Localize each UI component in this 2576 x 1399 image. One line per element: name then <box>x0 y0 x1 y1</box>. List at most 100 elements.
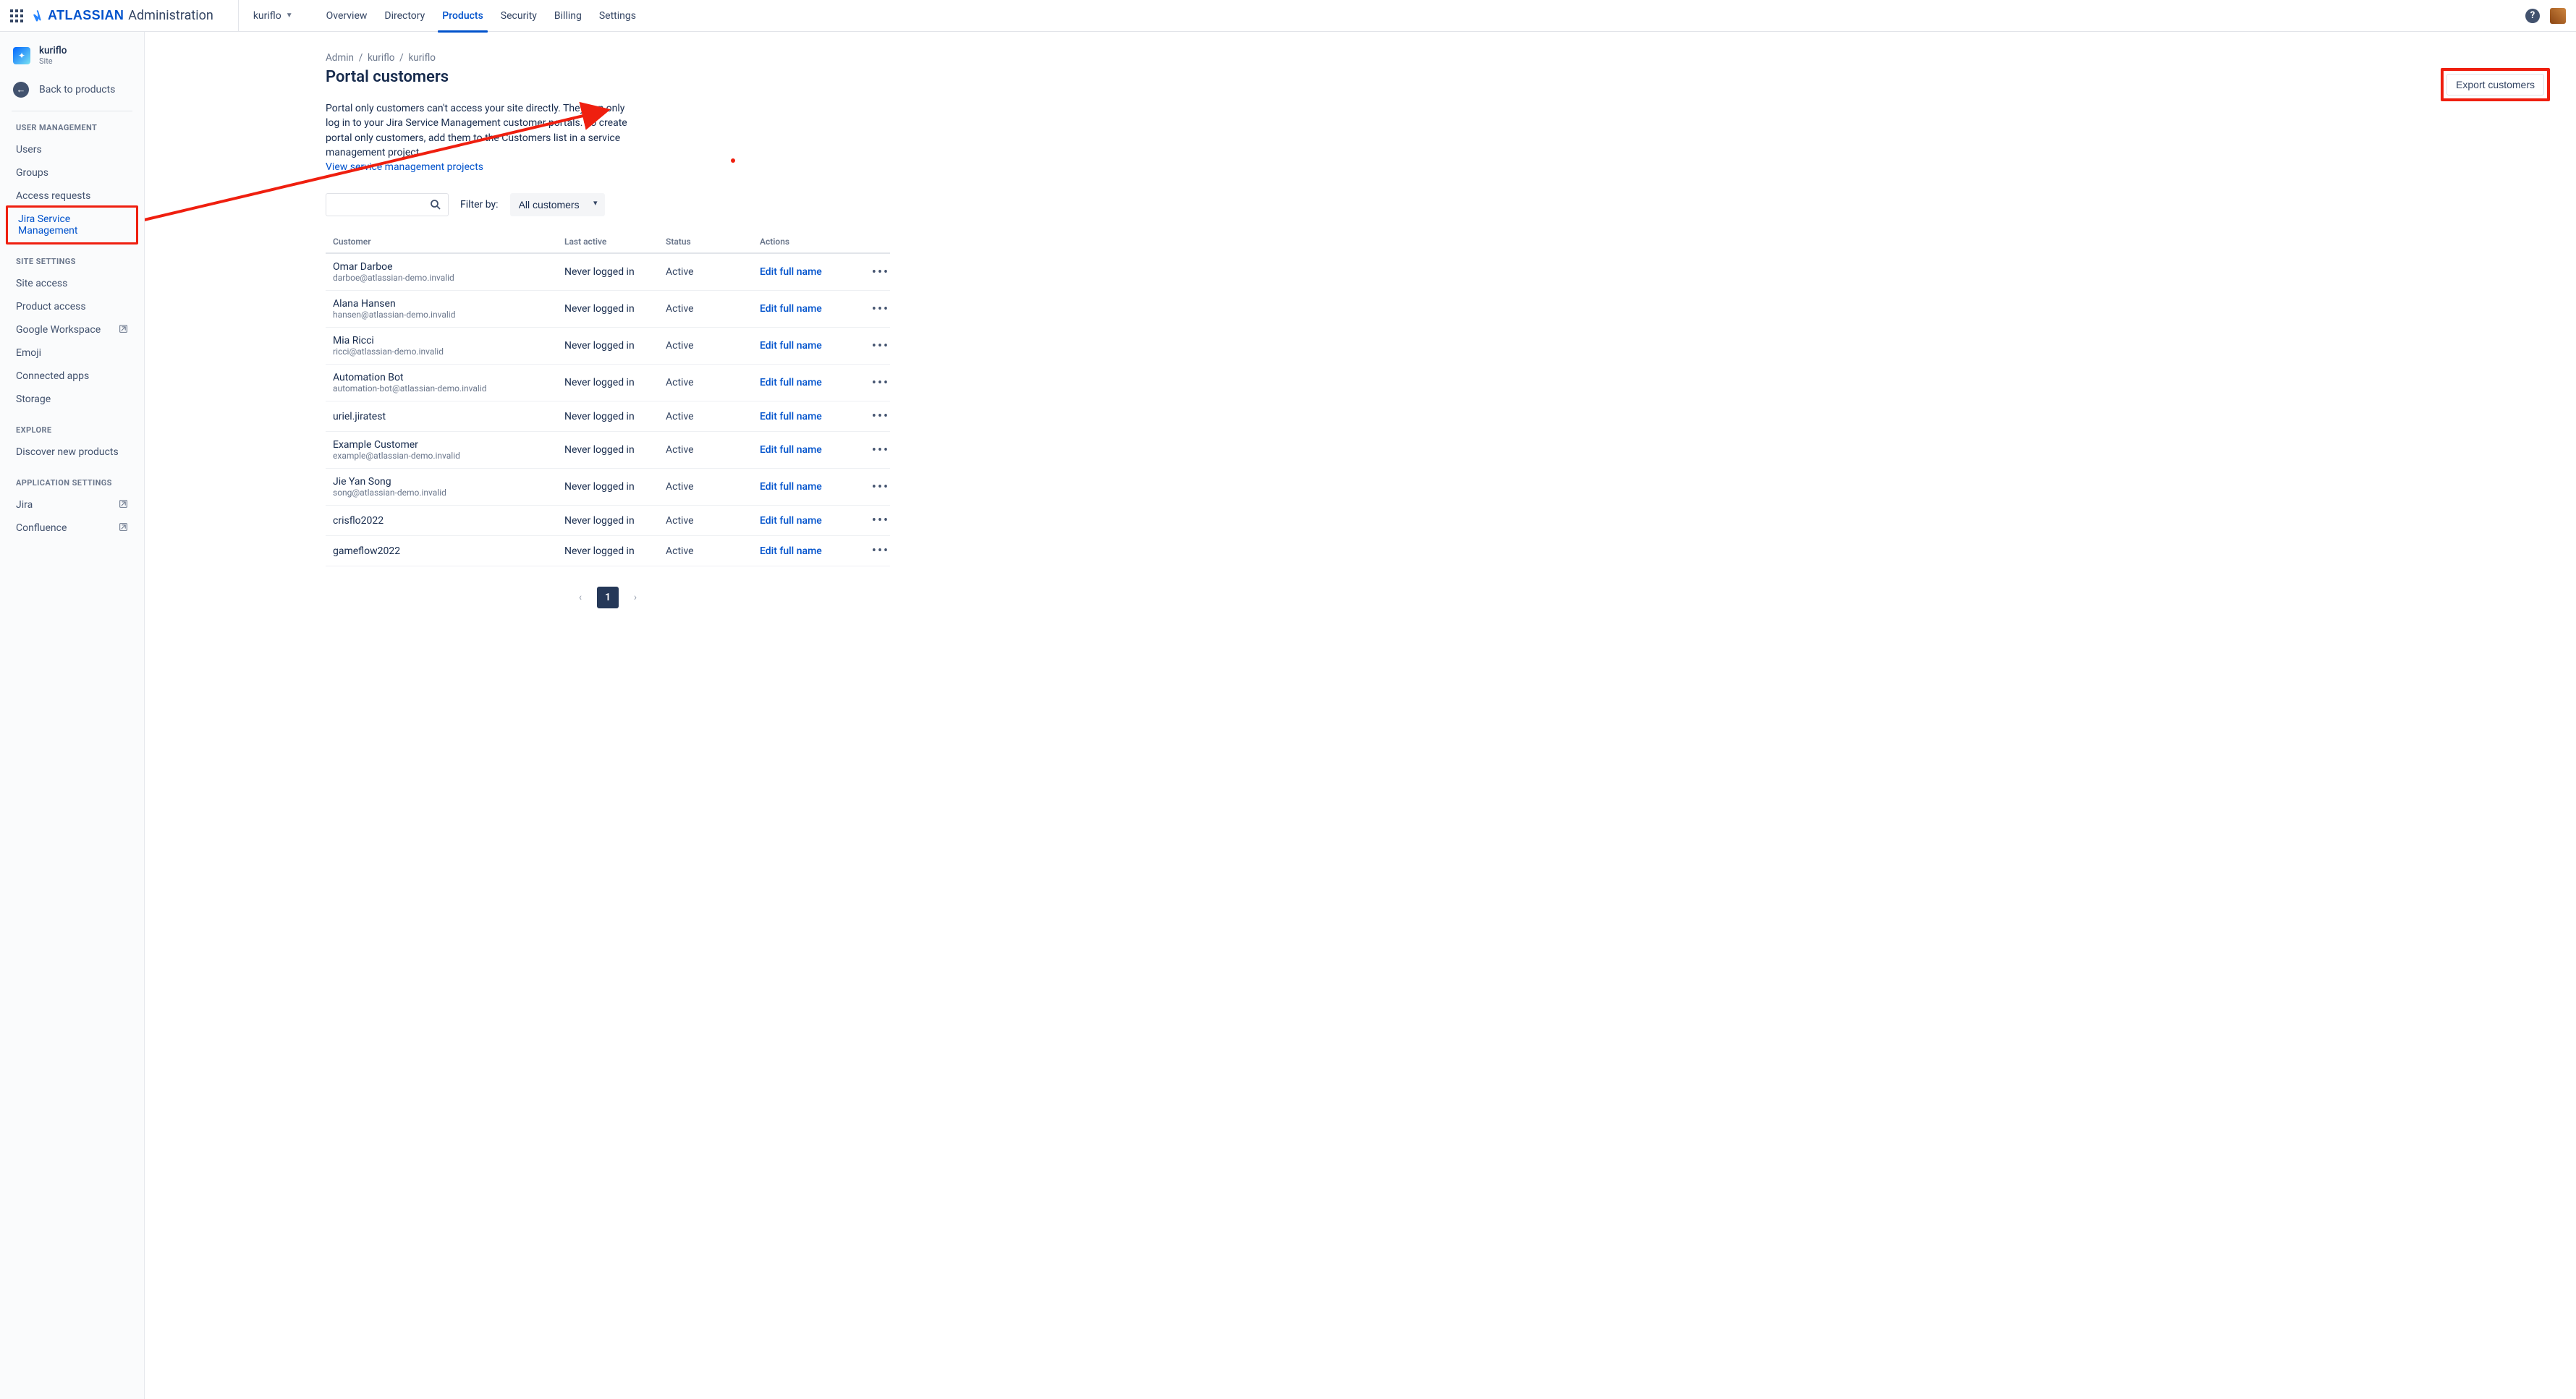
status: Active <box>666 266 760 278</box>
table-header: Customer Last active Status Actions <box>326 237 890 254</box>
sidebar-item-access-requests[interactable]: Access requests <box>0 184 144 208</box>
status: Active <box>666 545 760 557</box>
search-input[interactable] <box>326 193 449 216</box>
more-actions-button[interactable]: ••• <box>868 409 897 424</box>
edit-full-name-link[interactable]: Edit full name <box>760 340 822 352</box>
sidebar-item-confluence[interactable]: Confluence <box>0 516 144 540</box>
description-text: Portal only customers can't access your … <box>326 103 627 158</box>
view-projects-link[interactable]: View service management projects <box>326 161 483 173</box>
sidebar-item-product-access[interactable]: Product access <box>0 295 144 318</box>
last-active: Never logged in <box>564 515 666 527</box>
back-label: Back to products <box>39 84 115 95</box>
sidebar-item-jira-service-management[interactable]: Jira Service Management <box>6 205 138 244</box>
customers-table: Customer Last active Status Actions Omar… <box>326 237 890 566</box>
more-actions-button[interactable]: ••• <box>868 513 897 528</box>
nav-tab-billing[interactable]: Billing <box>546 0 590 32</box>
site-name: kuriflo <box>39 45 67 56</box>
customer-email: ricci@atlassian-demo.invalid <box>333 346 564 357</box>
page-prev[interactable]: ‹ <box>569 587 591 608</box>
page-next[interactable]: › <box>624 587 646 608</box>
external-link-icon <box>119 324 128 336</box>
back-arrow-icon: ← <box>13 82 29 98</box>
more-actions-button[interactable]: ••• <box>868 339 897 354</box>
more-actions-button[interactable]: ••• <box>868 375 897 391</box>
brand-logo[interactable]: ATLASSIAN Administration <box>30 8 213 23</box>
sidebar-item-label: Jira Service Management <box>18 213 126 237</box>
more-actions-button[interactable]: ••• <box>868 543 897 558</box>
site-block[interactable]: ✦ kuriflo Site <box>0 45 144 75</box>
status: Active <box>666 411 760 422</box>
edit-full-name-link[interactable]: Edit full name <box>760 545 822 557</box>
last-active: Never logged in <box>564 481 666 493</box>
back-to-products[interactable]: ← Back to products <box>0 75 144 105</box>
search-icon <box>429 198 442 211</box>
sidebar-item-label: Confluence <box>16 522 67 534</box>
nav-tab-security[interactable]: Security <box>492 0 546 32</box>
customer-name: crisflo2022 <box>333 515 564 527</box>
last-active: Never logged in <box>564 266 666 278</box>
edit-full-name-link[interactable]: Edit full name <box>760 411 822 422</box>
breadcrumb-item[interactable]: kuriflo <box>408 52 436 64</box>
edit-full-name-link[interactable]: Edit full name <box>760 515 822 527</box>
sidebar-item-label: Site access <box>16 278 67 289</box>
last-active: Never logged in <box>564 303 666 315</box>
nav-tab-overview[interactable]: Overview <box>318 0 376 32</box>
sidebar-item-groups[interactable]: Groups <box>0 161 144 184</box>
edit-full-name-link[interactable]: Edit full name <box>760 266 822 278</box>
edit-full-name-link[interactable]: Edit full name <box>760 303 822 315</box>
sidebar-item-site-access[interactable]: Site access <box>0 272 144 295</box>
avatar[interactable] <box>2550 8 2566 24</box>
breadcrumb-item[interactable]: Admin <box>326 52 354 64</box>
table-row: Omar Darboedarboe@atlassian-demo.invalid… <box>326 254 890 291</box>
status: Active <box>666 340 760 352</box>
more-actions-button[interactable]: ••• <box>868 480 897 495</box>
sidebar-item-label: Google Workspace <box>16 324 101 336</box>
annotation-dot <box>731 158 735 163</box>
export-customers-button[interactable]: Export customers <box>2446 74 2544 95</box>
last-active: Never logged in <box>564 411 666 422</box>
table-row: gameflow2022Never logged inActiveEdit fu… <box>326 536 890 566</box>
sidebar-item-label: Access requests <box>16 190 90 202</box>
sidebar-item-label: Groups <box>16 167 48 179</box>
edit-full-name-link[interactable]: Edit full name <box>760 481 822 493</box>
breadcrumb-item[interactable]: kuriflo <box>368 52 395 64</box>
page-title: Portal customers <box>326 68 449 86</box>
site-sub: Site <box>39 56 67 66</box>
more-actions-button[interactable]: ••• <box>868 443 897 458</box>
page-description: Portal only customers can't access your … <box>326 101 637 174</box>
sidebar-item-google-workspace[interactable]: Google Workspace <box>0 318 144 341</box>
customer-name: Alana Hansen <box>333 298 564 310</box>
org-switcher[interactable]: kuriflo ▼ <box>238 0 293 32</box>
external-link-icon <box>119 499 128 511</box>
nav-tab-settings[interactable]: Settings <box>590 0 645 32</box>
more-actions-button[interactable]: ••• <box>868 302 897 317</box>
edit-full-name-link[interactable]: Edit full name <box>760 377 822 388</box>
customer-name: Jie Yan Song <box>333 476 564 488</box>
more-actions-button[interactable]: ••• <box>868 265 897 280</box>
table-row: Jie Yan Songsong@atlassian-demo.invalidN… <box>326 469 890 506</box>
sidebar-item-label: Jira <box>16 499 33 511</box>
page-current[interactable]: 1 <box>597 587 619 608</box>
sidebar-item-discover-new-products[interactable]: Discover new products <box>0 441 144 464</box>
nav-tab-directory[interactable]: Directory <box>376 0 433 32</box>
sidebar-item-users[interactable]: Users <box>0 138 144 161</box>
status: Active <box>666 515 760 527</box>
nav-tab-products[interactable]: Products <box>433 0 492 32</box>
brand-admin-text: Administration <box>128 8 213 23</box>
sidebar-item-emoji[interactable]: Emoji <box>0 341 144 365</box>
sidebar-item-connected-apps[interactable]: Connected apps <box>0 365 144 388</box>
sidebar-item-label: Product access <box>16 301 86 312</box>
help-icon[interactable]: ? <box>2525 9 2540 23</box>
status: Active <box>666 444 760 456</box>
col-last-active: Last active <box>564 237 666 247</box>
table-row: uriel.jiratestNever logged inActiveEdit … <box>326 401 890 432</box>
sidebar-item-label: Storage <box>16 394 51 405</box>
sidebar-item-jira[interactable]: Jira <box>0 493 144 516</box>
edit-full-name-link[interactable]: Edit full name <box>760 444 822 456</box>
customer-name: Automation Bot <box>333 372 564 383</box>
sidebar-item-label: Discover new products <box>16 446 119 458</box>
app-switcher-icon[interactable] <box>10 9 23 22</box>
filter-select[interactable]: All customers <box>510 193 605 216</box>
sidebar-item-label: Connected apps <box>16 370 89 382</box>
sidebar-item-storage[interactable]: Storage <box>0 388 144 411</box>
